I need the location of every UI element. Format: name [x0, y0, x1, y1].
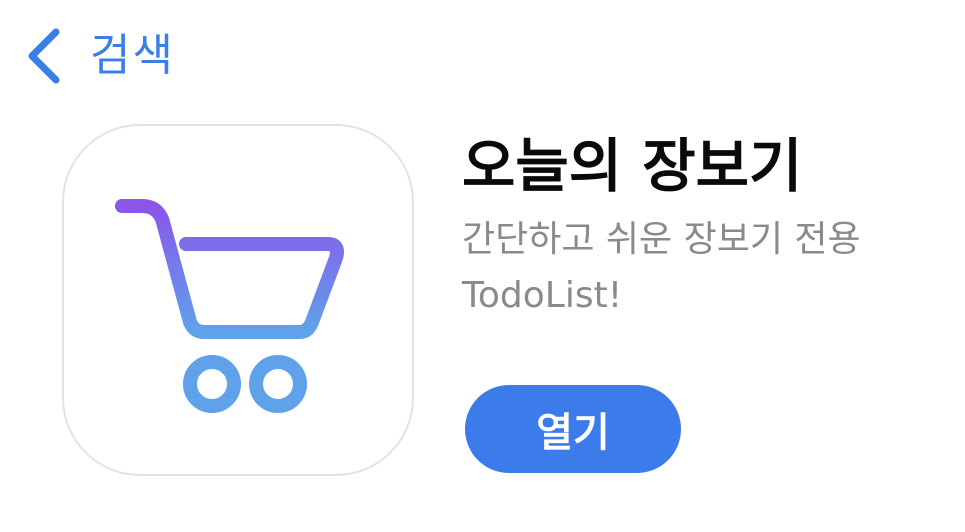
back-label: 검색 — [90, 30, 175, 81]
chevron-left-icon — [24, 26, 64, 86]
app-subtitle: 간단하고 쉬운 장보기 전용 TodoList! — [462, 219, 861, 316]
open-button[interactable]: 열기 — [465, 385, 681, 473]
app-title: 오늘의 장보기 — [462, 132, 803, 200]
app-store-page: 검색 오늘의 장보기 간단하고 쉬운 장보기 전용 TodoList! 열기 — [0, 0, 965, 532]
back-button[interactable]: 검색 — [24, 26, 175, 86]
app-icon — [62, 124, 414, 476]
